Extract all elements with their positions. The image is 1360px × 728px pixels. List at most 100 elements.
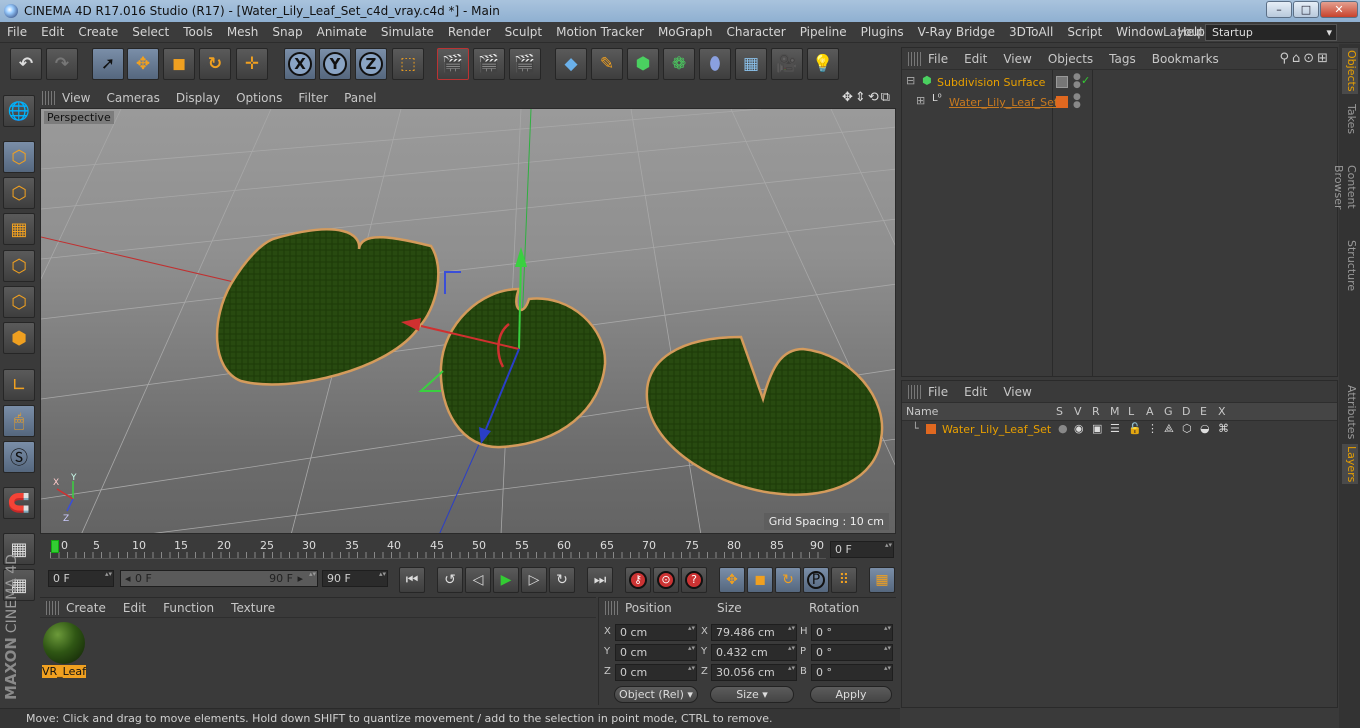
column-xref[interactable]: X [1218, 405, 1226, 418]
undo-button[interactable]: ↶ [10, 48, 42, 80]
edges-mode-button[interactable]: ⬡ [3, 286, 35, 318]
menu-create[interactable]: Create [71, 25, 125, 39]
position-x-field[interactable]: 0 cm [615, 624, 697, 641]
tree-collapse-icon[interactable]: ⊟ [906, 74, 915, 87]
tweak-mode-button[interactable]: 🖱 [3, 405, 35, 437]
model-mode-button[interactable]: ⬡ [3, 141, 35, 173]
object-row[interactable]: ⊞ L⁰ Water_Lily_Leaf_Set ● ● [902, 93, 1337, 112]
current-frame-field[interactable]: 0 F [830, 541, 894, 558]
rotate-tool-button[interactable]: ↻ [199, 48, 231, 80]
workplane-mode-button[interactable]: ▦ [3, 213, 35, 245]
lily-leaf-left[interactable] [215, 228, 440, 386]
animation-icon[interactable]: ⋮ [1147, 422, 1158, 435]
material-menu-create[interactable]: Create [66, 601, 106, 615]
tab-content-browser[interactable]: Content Browser [1332, 144, 1358, 230]
size-y-field[interactable]: 0.432 cm [711, 644, 797, 661]
goto-prev-key-button[interactable]: ↺ [437, 567, 463, 593]
add-cube-button[interactable]: ◆ [555, 48, 587, 80]
play-button[interactable]: ▶ [493, 567, 519, 593]
menu-plugins[interactable]: Plugins [854, 25, 911, 39]
tab-attributes[interactable]: Attributes [1342, 384, 1358, 440]
tab-objects[interactable]: Objects [1342, 48, 1358, 94]
object-name[interactable]: Subdivision Surface [937, 76, 1045, 89]
material-swatch[interactable]: VR_Leaf [42, 622, 86, 678]
menu-mograph[interactable]: MoGraph [651, 25, 720, 39]
perspective-viewport[interactable]: Y X Z Perspective Grid Spacing : 10 cm [40, 108, 896, 534]
add-subdivision-surface-button[interactable]: ⬢ [627, 48, 659, 80]
render-clapper-icon[interactable]: ▣ [1092, 422, 1102, 435]
objects-menu-objects[interactable]: Objects [1048, 52, 1093, 66]
solo-button[interactable]: Ⓢ [3, 441, 35, 473]
add-camera-button[interactable]: 🎥 [771, 48, 803, 80]
material-menu-function[interactable]: Function [163, 601, 214, 615]
key-scale-button[interactable]: ◼ [747, 567, 773, 593]
generator-icon[interactable]: ⟁ [1164, 422, 1174, 436]
axis-mode-button[interactable]: ∟ [3, 369, 35, 401]
column-generators[interactable]: G [1164, 405, 1173, 418]
column-name[interactable]: Name [906, 405, 938, 418]
deformer-icon[interactable]: ⬡ [1182, 422, 1192, 435]
texture-mode-button[interactable]: ⬡ [3, 177, 35, 209]
menu-3dtoall[interactable]: 3DToAll [1002, 25, 1060, 39]
object-row[interactable]: ⊟ ⬢ Subdivision Surface ● ● ✓ [902, 73, 1337, 92]
objects-menu-view[interactable]: View [1003, 52, 1031, 66]
render-settings-button[interactable]: 🎬 [509, 48, 541, 80]
column-expressions[interactable]: E [1200, 405, 1207, 418]
points-mode-button[interactable]: ⬡ [3, 250, 35, 282]
keyframe-selection-button[interactable]: ? [681, 567, 707, 593]
objects-menu-file[interactable]: File [928, 52, 948, 66]
timeline-ruler[interactable]: 0 5 10 15 20 25 30 35 40 45 50 55 60 65 … [40, 535, 896, 563]
menu-pipeline[interactable]: Pipeline [793, 25, 854, 39]
live-selection-button[interactable]: ➚ [92, 48, 124, 80]
scale-tool-button[interactable]: ◼ [163, 48, 195, 80]
column-render[interactable]: R [1092, 405, 1100, 418]
goto-end-button[interactable]: ⏭ [587, 567, 613, 593]
close-button[interactable]: ✕ [1320, 1, 1358, 18]
add-light-button[interactable]: 💡 [807, 48, 839, 80]
x-axis-lock-button[interactable]: X [284, 48, 316, 80]
menu-snap[interactable]: Snap [265, 25, 309, 39]
z-axis-lock-button[interactable]: Z [355, 48, 387, 80]
prev-frame-button[interactable]: ◁ [465, 567, 491, 593]
xref-icon[interactable]: ⌘ [1218, 422, 1229, 435]
tree-expand-icon[interactable]: ⊞ [916, 94, 925, 107]
start-frame-field[interactable]: 0 F [48, 570, 114, 587]
viewport-menu-options[interactable]: Options [236, 91, 282, 105]
redo-button[interactable]: ↷ [46, 48, 78, 80]
size-x-field[interactable]: 79.486 cm [711, 624, 797, 641]
column-locked[interactable]: L [1128, 405, 1134, 418]
snap-button[interactable]: 🧲 [3, 487, 35, 519]
add-deformer-button[interactable]: ⬮ [699, 48, 731, 80]
layout-dropdown[interactable]: Startup ▾ [1205, 24, 1337, 41]
layer-name[interactable]: Water_Lily_Leaf_Set [942, 423, 1051, 436]
size-z-field[interactable]: 30.056 cm [711, 664, 797, 681]
position-z-field[interactable]: 0 cm [615, 664, 697, 681]
render-to-picture-viewer-button[interactable]: 🎬 [473, 48, 505, 80]
material-menu-edit[interactable]: Edit [123, 601, 146, 615]
size-mode-dropdown[interactable]: Size ▾ [710, 686, 794, 703]
timeline-window-button[interactable]: ▦ [869, 567, 895, 593]
viewport-menu-filter[interactable]: Filter [298, 91, 328, 105]
key-parameter-button[interactable]: P [803, 567, 829, 593]
layers-menu-edit[interactable]: Edit [964, 385, 987, 399]
autokeying-button[interactable]: ⊙ [653, 567, 679, 593]
visibility-dots-icon[interactable]: ● ● [1073, 73, 1081, 90]
menu-edit[interactable]: Edit [34, 25, 71, 39]
objects-menu-bookmarks[interactable]: Bookmarks [1152, 52, 1219, 66]
column-deformers[interactable]: D [1182, 405, 1190, 418]
column-view[interactable]: V [1074, 405, 1082, 418]
rotation-h-field[interactable]: 0 ° [811, 624, 893, 641]
record-keys-button[interactable]: ⚷ [625, 567, 651, 593]
enabled-check-icon[interactable]: ✓ [1081, 74, 1090, 87]
menu-tools[interactable]: Tools [176, 25, 220, 39]
maximize-button[interactable]: □ [1293, 1, 1319, 18]
rotation-p-field[interactable]: 0 ° [811, 644, 893, 661]
visibility-dots-icon[interactable]: ● ● [1073, 93, 1081, 110]
coordinate-mode-dropdown[interactable]: Object (Rel) ▾ [614, 686, 698, 703]
add-floor-button[interactable]: ▦ [735, 48, 767, 80]
recent-tool-button[interactable]: ✛ [236, 48, 268, 80]
tab-takes[interactable]: Takes [1342, 102, 1358, 136]
menu-script[interactable]: Script [1060, 25, 1109, 39]
layer-color-icon[interactable] [1056, 96, 1068, 108]
menu-mesh[interactable]: Mesh [220, 25, 266, 39]
